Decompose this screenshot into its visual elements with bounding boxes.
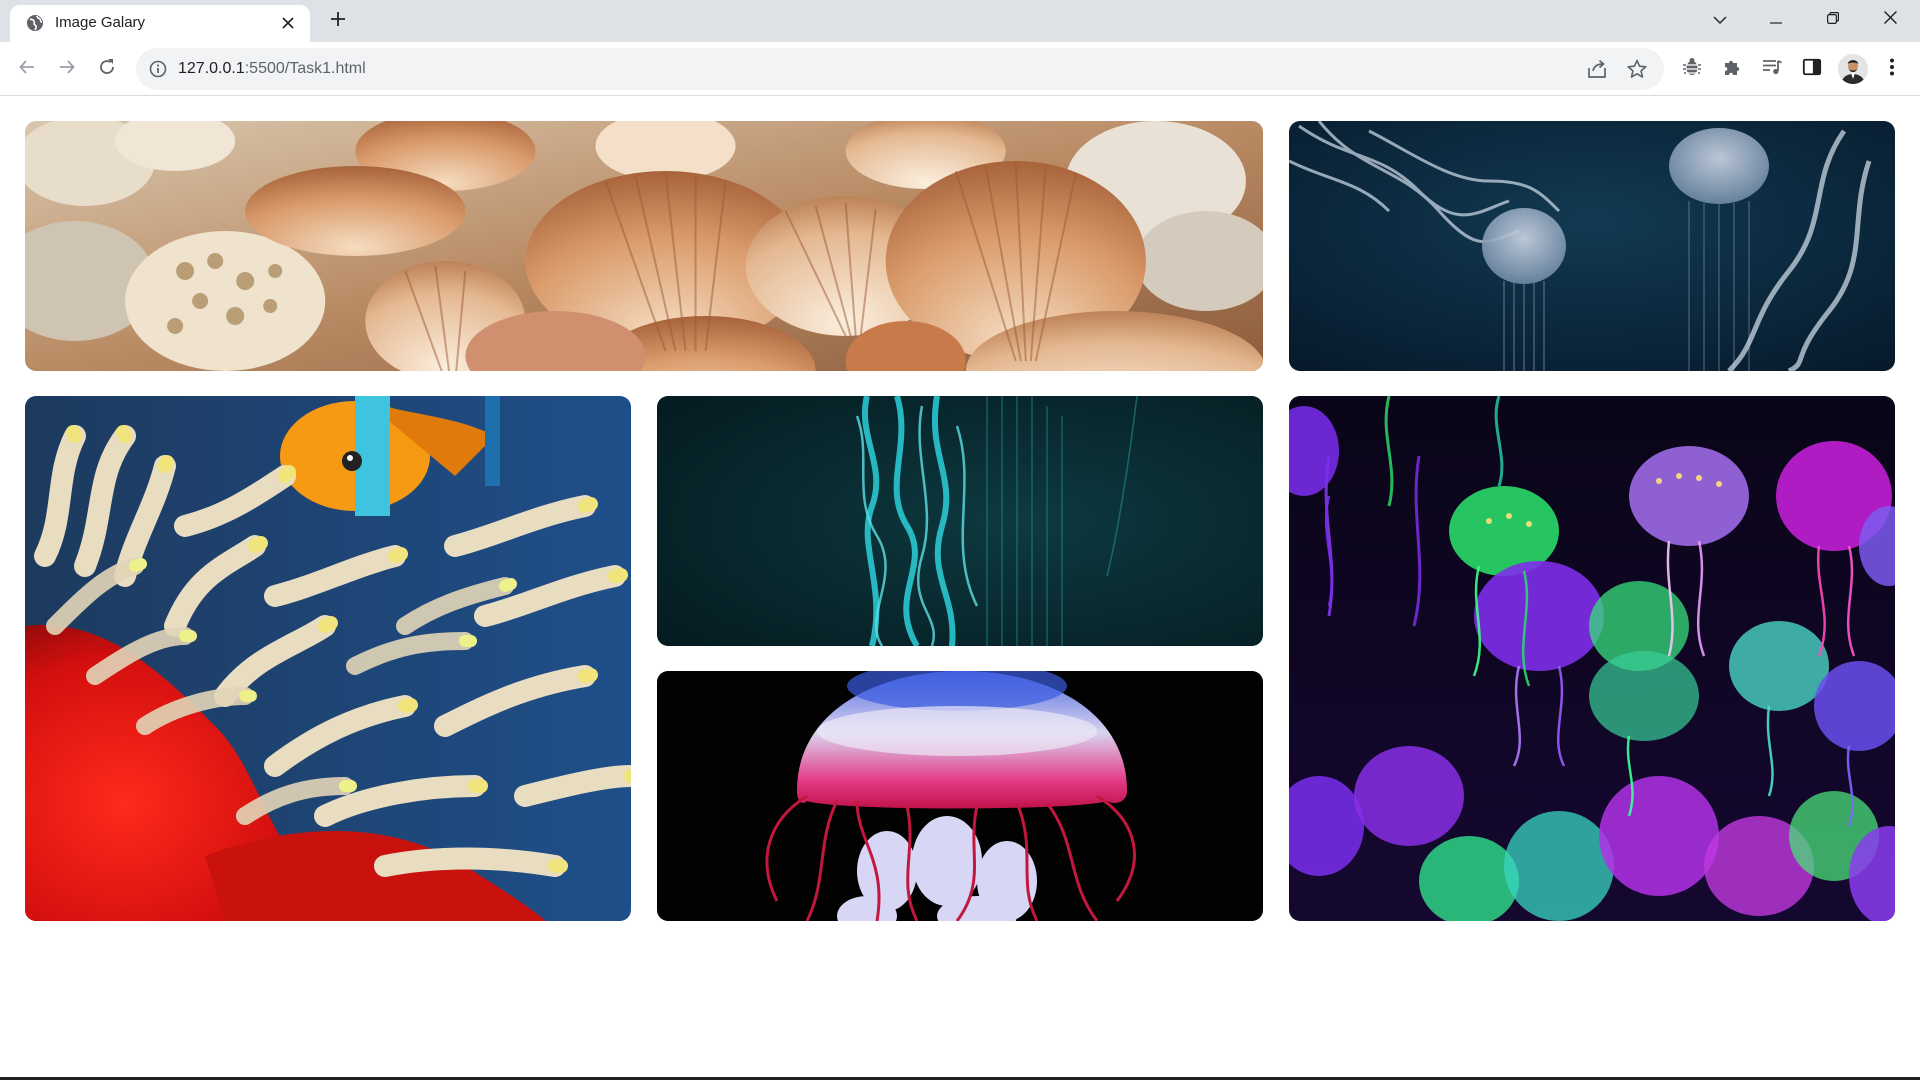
share-icon[interactable] — [1586, 58, 1608, 80]
forward-button[interactable] — [50, 52, 84, 86]
back-button[interactable] — [10, 52, 44, 86]
media-queue-icon — [1761, 56, 1783, 83]
toolbar: 127.0.0.1:5500/Task1.html — [0, 42, 1920, 96]
browser-window: Image Galary 127.0.0.1:5500/Task1.html — [0, 0, 1920, 1080]
media-button[interactable] — [1760, 57, 1784, 81]
side-panel-button[interactable] — [1800, 57, 1824, 81]
reload-icon — [98, 58, 116, 81]
tab-search-button[interactable] — [1692, 0, 1748, 40]
globe-icon — [25, 13, 45, 33]
restore-button[interactable] — [1805, 0, 1861, 40]
arrow-left-icon — [19, 59, 35, 80]
gallery-image-jellyfish-dark-blue — [1289, 121, 1895, 371]
close-icon[interactable] — [276, 11, 300, 35]
gallery-image-neon-jellyfish — [1289, 396, 1895, 921]
side-panel-icon — [1802, 57, 1822, 82]
bug-icon — [1681, 56, 1703, 83]
close-icon — [1883, 11, 1897, 29]
gallery-image-seashells — [25, 121, 1263, 371]
info-icon[interactable] — [148, 59, 168, 79]
minimize-button[interactable] — [1748, 0, 1804, 40]
star-icon[interactable] — [1626, 58, 1648, 80]
page-viewport — [0, 97, 1920, 1077]
gallery-image-clownfish-anemone — [25, 396, 631, 921]
more-vert-icon — [1889, 57, 1895, 82]
tab-strip: Image Galary — [0, 0, 1920, 42]
gallery-image-teal-jellyfish-tentacles — [657, 396, 1263, 646]
restore-icon — [1827, 11, 1839, 29]
url-path: :5500/Task1.html — [244, 60, 366, 77]
puzzle-icon — [1721, 56, 1743, 83]
menu-button[interactable] — [1880, 57, 1904, 81]
image-gallery — [25, 121, 1896, 921]
avatar[interactable] — [1838, 54, 1868, 84]
gallery-image-red-jellyfish — [657, 671, 1263, 921]
url-host: 127.0.0.1 — [178, 60, 245, 77]
new-tab-button[interactable] — [322, 6, 354, 36]
plus-icon — [330, 11, 346, 32]
close-window-button[interactable] — [1862, 0, 1918, 40]
tab-image-galary[interactable]: Image Galary — [10, 5, 310, 42]
chevron-down-icon — [1713, 11, 1727, 29]
extensions-button[interactable] — [1720, 57, 1744, 81]
extension-button[interactable] — [1680, 57, 1704, 81]
tab-title: Image Galary — [55, 14, 146, 31]
reload-button[interactable] — [90, 52, 124, 86]
address-bar[interactable]: 127.0.0.1:5500/Task1.html — [136, 48, 1664, 90]
url-text[interactable]: 127.0.0.1:5500/Task1.html — [178, 60, 366, 78]
arrow-right-icon — [59, 59, 75, 80]
minimize-icon — [1770, 11, 1782, 29]
